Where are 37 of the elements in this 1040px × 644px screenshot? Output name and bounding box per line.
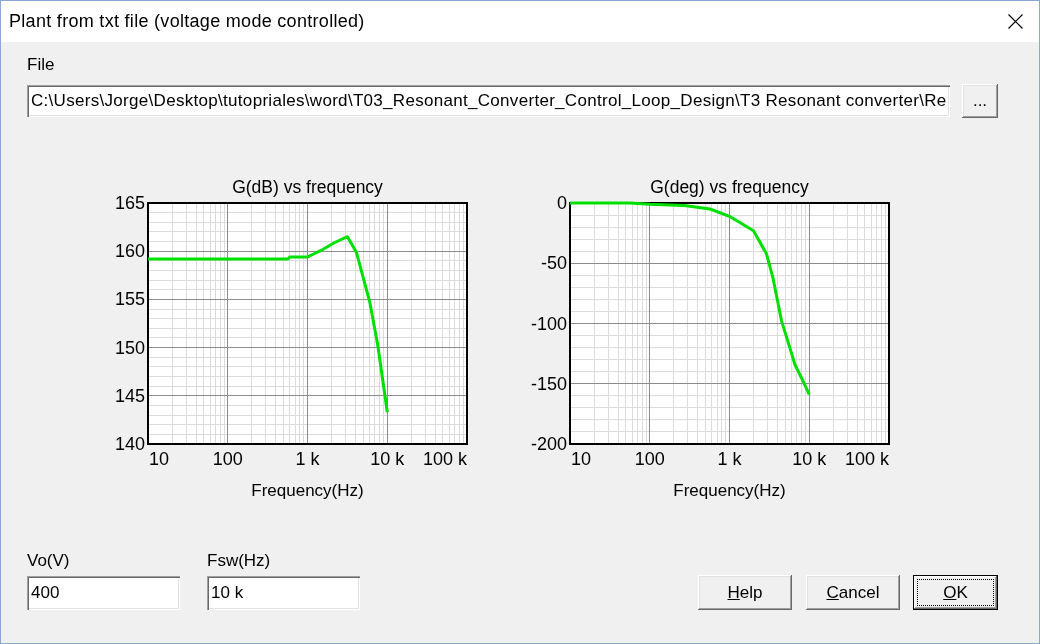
axis-tick-label: 10 bbox=[571, 449, 592, 469]
axis-tick-label: 1 k bbox=[295, 449, 320, 469]
axis-tick-label: 145 bbox=[114, 385, 145, 406]
axis-tick-label: 1 k bbox=[717, 449, 742, 469]
browse-button[interactable]: ... bbox=[962, 84, 998, 118]
axis-tick-label: -200 bbox=[530, 434, 567, 454]
axis-tick-label: 140 bbox=[114, 434, 145, 454]
field-label: Fsw(Hz) bbox=[207, 552, 271, 570]
axis-tick-label: 100 k bbox=[422, 449, 467, 469]
output-voltage-field[interactable]: 400 bbox=[27, 576, 180, 610]
axis-tick-label: -50 bbox=[541, 253, 567, 274]
chart-title: G(deg) vs frequency bbox=[650, 177, 809, 197]
ok-button[interactable]: OK bbox=[913, 575, 998, 610]
axis-tick-label: 155 bbox=[114, 289, 145, 310]
cancel-button[interactable]: Cancel bbox=[806, 575, 900, 610]
axis-tick-label: 165 bbox=[114, 193, 145, 213]
axis-tick-label: 150 bbox=[114, 337, 145, 358]
window-title: Plant from txt file (voltage mode controlled) bbox=[9, 11, 365, 32]
axis-tick-label: -100 bbox=[530, 313, 567, 334]
axis-tick-label: 0 bbox=[557, 193, 567, 213]
field-label: Vo(V) bbox=[27, 552, 70, 570]
switching-frequency-field[interactable]: 10 k bbox=[207, 576, 360, 610]
axis-tick-label: -150 bbox=[530, 373, 567, 394]
help-button[interactable]: Help bbox=[698, 575, 792, 610]
axis-tick-label: 160 bbox=[114, 241, 145, 262]
close-icon[interactable] bbox=[1008, 14, 1023, 29]
axis-tick-label: 100 bbox=[212, 449, 243, 469]
axis-tick-label: 10 k bbox=[370, 449, 405, 469]
axis-tick-label: 100 bbox=[634, 449, 665, 469]
axis-tick-label: 10 k bbox=[792, 449, 827, 469]
file-path-field[interactable]: C:\Users\Jorge\Desktop\tutopriales\word\T03_Resonant_Converter_Control_Loop_Design\T3 Resonant converter\Re bbox=[27, 85, 950, 117]
axis-label: Frequency(Hz) bbox=[673, 481, 786, 500]
axis-label: Frequency(Hz) bbox=[251, 481, 364, 500]
axis-tick-label: 100 k bbox=[844, 449, 889, 469]
axis-tick-label: 10 bbox=[149, 449, 170, 469]
file-label: File bbox=[27, 56, 55, 74]
chart-title: G(dB) vs frequency bbox=[232, 177, 383, 197]
